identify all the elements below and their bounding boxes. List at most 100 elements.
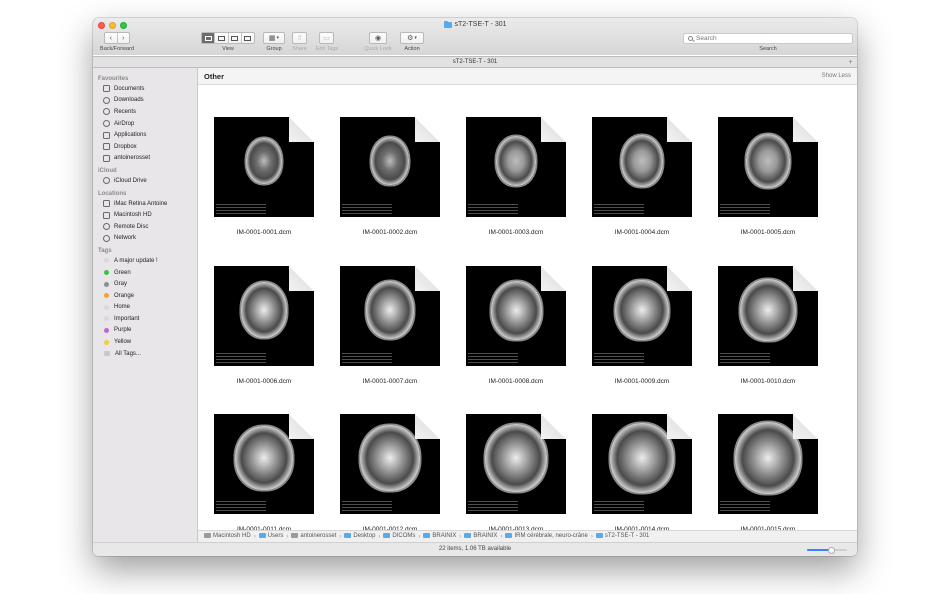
sidebar-tag-important[interactable]: Important bbox=[93, 313, 197, 325]
file-item[interactable]: IM-0001-0007.dcm bbox=[332, 266, 440, 396]
sidebar-tag-gray[interactable]: Gray bbox=[93, 278, 197, 290]
group-label: Group bbox=[266, 46, 282, 52]
breadcrumb-item[interactable]: DICOMs bbox=[383, 533, 415, 540]
sidebar-item-downloads[interactable]: Downloads bbox=[93, 95, 197, 107]
airdrop-icon bbox=[103, 120, 110, 128]
sidebar-tag-label: All Tags... bbox=[115, 350, 141, 357]
sidebar-item-documents[interactable]: Documents bbox=[93, 83, 197, 95]
sidebar-item-macintosh-hd[interactable]: Macintosh HD bbox=[93, 209, 197, 221]
breadcrumb-item[interactable]: BRAINIX bbox=[423, 533, 457, 540]
file-item[interactable]: IM-0001-0010.dcm bbox=[710, 266, 818, 396]
finder-window: sT2-TSE-T - 301 ‹ › Back/Forward View ▦ ▾… bbox=[93, 18, 857, 556]
sidebar-tag-a-major-update[interactable]: A major update ! bbox=[93, 255, 197, 267]
imac-icon bbox=[103, 200, 110, 208]
grid-icon bbox=[204, 35, 212, 41]
sidebar-item-antoinerosset[interactable]: antoinerosset bbox=[93, 153, 197, 165]
file-item[interactable]: IM-0001-0003.dcm bbox=[458, 117, 566, 247]
brain-scan-image bbox=[365, 281, 415, 339]
group-button[interactable]: ▦ ▾ bbox=[263, 32, 285, 44]
new-tab-button[interactable]: + bbox=[846, 58, 855, 67]
file-item[interactable]: IM-0001-0012.dcm bbox=[332, 414, 440, 530]
sidebar-item-icloud-drive[interactable]: iCloud Drive bbox=[93, 175, 197, 187]
search-field[interactable] bbox=[683, 33, 853, 44]
file-name: IM-0001-0007.dcm bbox=[362, 378, 418, 385]
edit-tags-button[interactable]: ▭ bbox=[319, 32, 334, 44]
sidebar-item-network[interactable]: Network bbox=[93, 233, 197, 245]
downloads-icon bbox=[103, 96, 110, 104]
search-input[interactable] bbox=[696, 35, 836, 42]
tab-title[interactable]: sT2-TSE-T - 301 bbox=[453, 59, 498, 65]
breadcrumb-item[interactable]: Macintosh HD bbox=[204, 533, 251, 540]
brain-scan-image bbox=[240, 282, 288, 338]
icon-size-slider[interactable] bbox=[807, 546, 847, 554]
scan-overlay-text bbox=[720, 203, 770, 215]
dicom-thumbnail bbox=[466, 414, 566, 514]
breadcrumb-item[interactable]: IRM cérébrale, neuro-crâne bbox=[505, 533, 588, 540]
breadcrumb-item[interactable]: BRAINIX bbox=[464, 533, 498, 540]
forward-button[interactable]: › bbox=[118, 33, 130, 44]
file-item[interactable]: IM-0001-0015.dcm bbox=[710, 414, 818, 530]
sidebar-item-dropbox[interactable]: Dropbox bbox=[93, 141, 197, 153]
gallery-view-button[interactable] bbox=[242, 33, 254, 43]
file-item[interactable]: IM-0001-0008.dcm bbox=[458, 266, 566, 396]
share-button[interactable]: ⇧ bbox=[292, 32, 307, 44]
scan-overlay-text bbox=[216, 352, 266, 364]
scan-overlay-text bbox=[342, 203, 392, 215]
sidebar-item-applications[interactable]: Applications bbox=[93, 129, 197, 141]
sidebar-item-airdrop[interactable]: AirDrop bbox=[93, 118, 197, 130]
sidebar-item-recents[interactable]: Recents bbox=[93, 106, 197, 118]
action-button[interactable]: ⚙ ▾ bbox=[400, 32, 424, 44]
sidebar-heading-tags: Tags bbox=[98, 248, 112, 255]
sidebar-tag-green[interactable]: Green bbox=[93, 267, 197, 279]
file-item[interactable]: IM-0001-0001.dcm bbox=[206, 117, 314, 247]
list-view-button[interactable] bbox=[215, 33, 229, 43]
sidebar-tag-all-tags[interactable]: All Tags... bbox=[93, 348, 197, 360]
column-view-button[interactable] bbox=[229, 33, 242, 43]
file-item[interactable]: IM-0001-0009.dcm bbox=[584, 266, 692, 396]
chevron-right-icon: › bbox=[500, 533, 503, 540]
show-less-button[interactable]: Show Less bbox=[822, 73, 851, 79]
status-text: 22 items, 1.06 TB available bbox=[438, 546, 512, 552]
file-item[interactable]: IM-0001-0011.dcm bbox=[206, 414, 314, 530]
sidebar-heading-icloud: iCloud bbox=[98, 168, 117, 175]
folder-icon bbox=[423, 533, 431, 539]
file-item[interactable]: IM-0001-0002.dcm bbox=[332, 117, 440, 247]
recents-icon bbox=[103, 108, 110, 116]
breadcrumb-item[interactable]: antoinerosset bbox=[291, 533, 337, 540]
window-title-text: sT2-TSE-T - 301 bbox=[454, 21, 507, 28]
chevron-right-icon: › bbox=[418, 533, 421, 540]
breadcrumb-label: Users bbox=[267, 533, 284, 540]
sidebar-item-label: Applications bbox=[114, 132, 147, 139]
view-label: View bbox=[222, 46, 234, 52]
action-label: Action bbox=[404, 46, 420, 52]
breadcrumb-label: antoinerosset bbox=[300, 533, 337, 540]
back-button[interactable]: ‹ bbox=[105, 32, 118, 44]
chevron-right-icon: › bbox=[286, 533, 289, 540]
sidebar-tag-orange[interactable]: Orange bbox=[93, 290, 197, 302]
sidebar-item-label: Macintosh HD bbox=[114, 212, 152, 219]
sidebar-item-imac-retina-antoine[interactable]: iMac Retina Antoine bbox=[93, 198, 197, 210]
file-item[interactable]: IM-0001-0013.dcm bbox=[458, 414, 566, 530]
page-fold-corner bbox=[415, 414, 440, 439]
breadcrumb-label: BRAINIX bbox=[432, 533, 457, 540]
breadcrumb-item[interactable]: Users bbox=[258, 533, 284, 540]
icon-view-button[interactable] bbox=[202, 33, 216, 43]
icon-size-slider-knob[interactable] bbox=[827, 546, 835, 554]
breadcrumb-label: BRAINIX bbox=[473, 533, 498, 540]
sidebar-item-label: antoinerosset bbox=[114, 155, 151, 162]
file-item[interactable]: IM-0001-0005.dcm bbox=[710, 117, 818, 247]
sidebar-tag-home[interactable]: Home bbox=[93, 302, 197, 314]
sidebar-tag-yellow[interactable]: Yellow bbox=[93, 336, 197, 348]
share-label: Share bbox=[292, 46, 307, 52]
quick-look-button[interactable]: ◉ bbox=[369, 32, 387, 44]
breadcrumb-item[interactable]: sT2-TSE-T - 301 bbox=[595, 533, 649, 540]
dicom-thumbnail bbox=[214, 414, 314, 514]
sidebar-tag-label: Gray bbox=[114, 281, 128, 288]
breadcrumb-item[interactable]: Desktop bbox=[344, 533, 375, 540]
file-item[interactable]: IM-0001-0014.dcm bbox=[584, 414, 692, 530]
file-item[interactable]: IM-0001-0006.dcm bbox=[206, 266, 314, 396]
sidebar-tag-purple[interactable]: Purple bbox=[93, 325, 197, 337]
path-bar: Macintosh HD › Users › antoinerosset › Desktop… bbox=[198, 530, 857, 542]
file-item[interactable]: IM-0001-0004.dcm bbox=[584, 117, 692, 247]
sidebar-item-remote-disc[interactable]: Remote Disc bbox=[93, 221, 197, 233]
